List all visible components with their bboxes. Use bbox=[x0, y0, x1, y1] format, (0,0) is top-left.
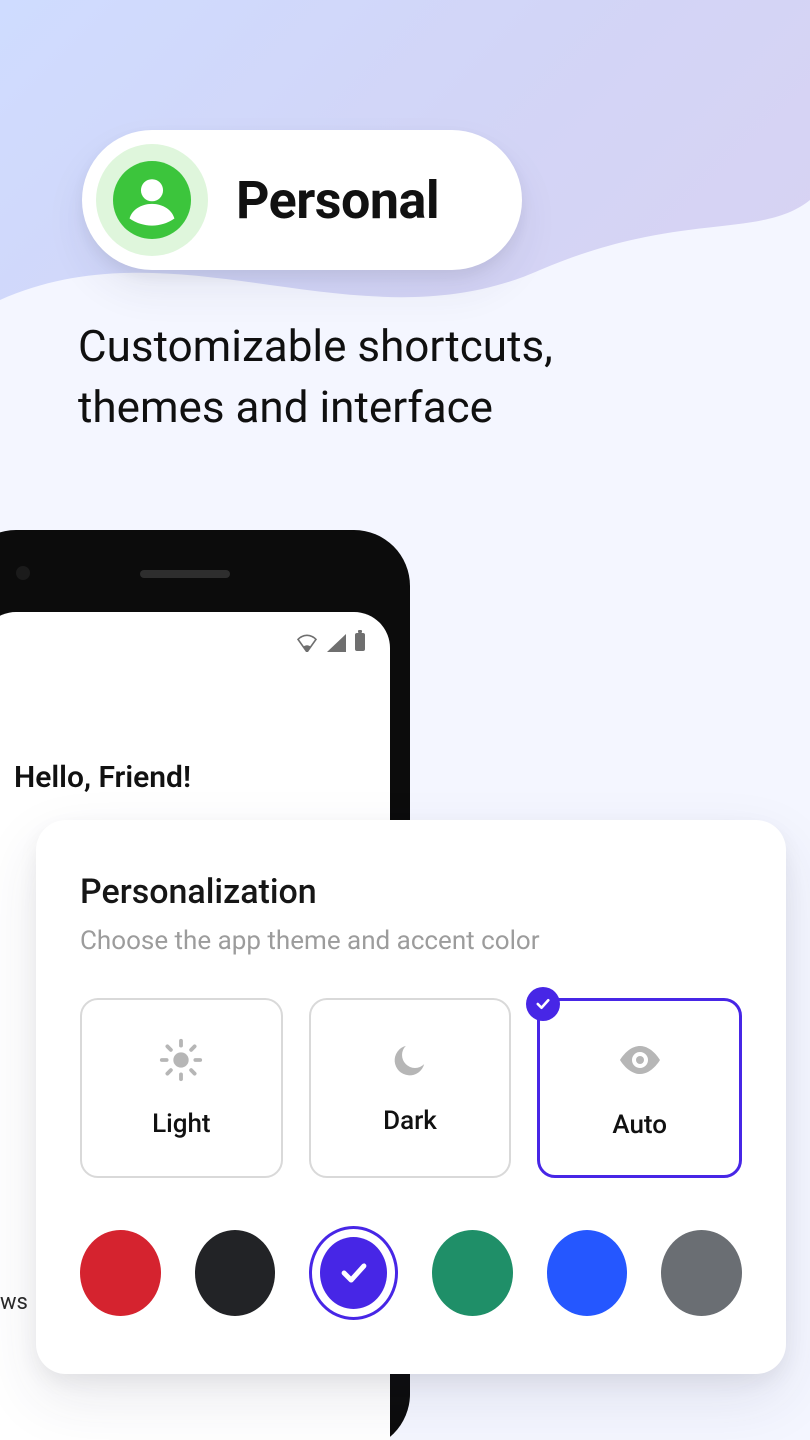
theme-label: Auto bbox=[612, 1110, 667, 1140]
eye-icon bbox=[616, 1036, 664, 1088]
personalization-card: Personalization Choose the app theme and… bbox=[36, 820, 786, 1374]
signal-icon bbox=[326, 634, 346, 652]
stray-edge-text: ws bbox=[0, 1290, 28, 1315]
person-icon bbox=[96, 144, 208, 256]
wifi-icon bbox=[296, 634, 318, 652]
theme-label: Light bbox=[152, 1109, 211, 1139]
accent-swatch-purple[interactable] bbox=[309, 1226, 398, 1320]
check-icon bbox=[337, 1256, 371, 1290]
accent-swatch-green[interactable] bbox=[432, 1230, 513, 1316]
card-title: Personalization bbox=[80, 872, 742, 912]
theme-options: Light Dark Auto bbox=[80, 998, 742, 1178]
theme-option-light[interactable]: Light bbox=[80, 998, 283, 1178]
accent-color-row bbox=[80, 1226, 742, 1320]
badge-label: Personal bbox=[236, 170, 439, 231]
selected-check-icon bbox=[526, 987, 560, 1021]
greeting-text: Hello, Friend! bbox=[14, 760, 191, 795]
sun-icon bbox=[158, 1037, 204, 1087]
accent-swatch-blue[interactable] bbox=[547, 1230, 628, 1316]
status-bar bbox=[296, 630, 366, 652]
accent-swatch-grey[interactable] bbox=[661, 1230, 742, 1316]
card-subtitle: Choose the app theme and accent color bbox=[80, 926, 742, 956]
theme-label: Dark bbox=[383, 1106, 437, 1136]
category-badge: Personal bbox=[82, 130, 522, 270]
accent-swatch-black[interactable] bbox=[195, 1230, 276, 1316]
headline-line-1: Customizable shortcuts, bbox=[78, 316, 750, 377]
headline: Customizable shortcuts, themes and inter… bbox=[78, 316, 750, 437]
headline-line-2: themes and interface bbox=[78, 377, 750, 438]
moon-icon bbox=[390, 1040, 430, 1084]
theme-option-auto[interactable]: Auto bbox=[537, 998, 742, 1178]
battery-icon bbox=[354, 630, 366, 652]
theme-option-dark[interactable]: Dark bbox=[309, 998, 512, 1178]
accent-swatch-red[interactable] bbox=[80, 1230, 161, 1316]
